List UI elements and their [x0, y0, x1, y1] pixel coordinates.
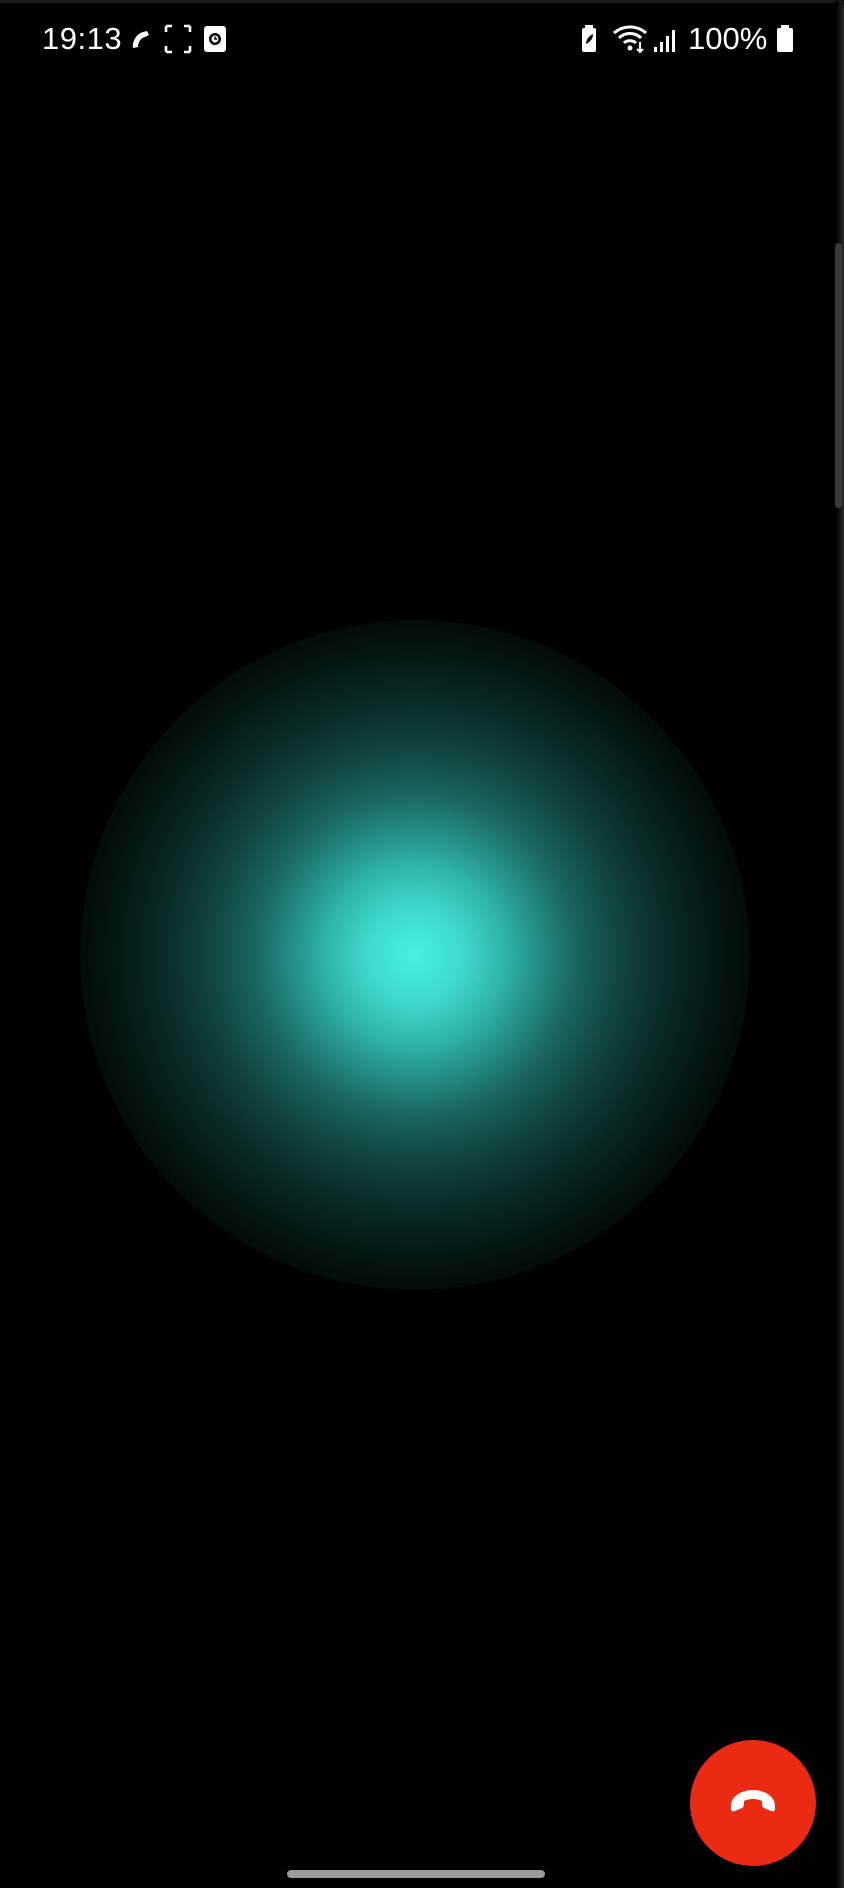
battery-saver-icon	[580, 22, 602, 56]
signal-icon	[652, 22, 680, 56]
home-indicator[interactable]	[287, 1870, 545, 1878]
status-bar: 19:13 100%	[0, 0, 844, 78]
phone-call-icon	[128, 22, 154, 56]
side-scroll-indicator	[835, 243, 842, 508]
end-call-icon	[731, 1790, 775, 1812]
status-time: 19:13	[42, 21, 123, 56]
end-call-button[interactable]	[690, 1740, 816, 1866]
battery-percentage: 100%	[688, 21, 768, 56]
wifi-icon	[612, 22, 648, 56]
battery-icon	[776, 22, 794, 56]
screen-capture-icon	[163, 22, 193, 56]
voice-activity-orb	[80, 620, 750, 1290]
screen-recorder-icon	[202, 22, 228, 56]
